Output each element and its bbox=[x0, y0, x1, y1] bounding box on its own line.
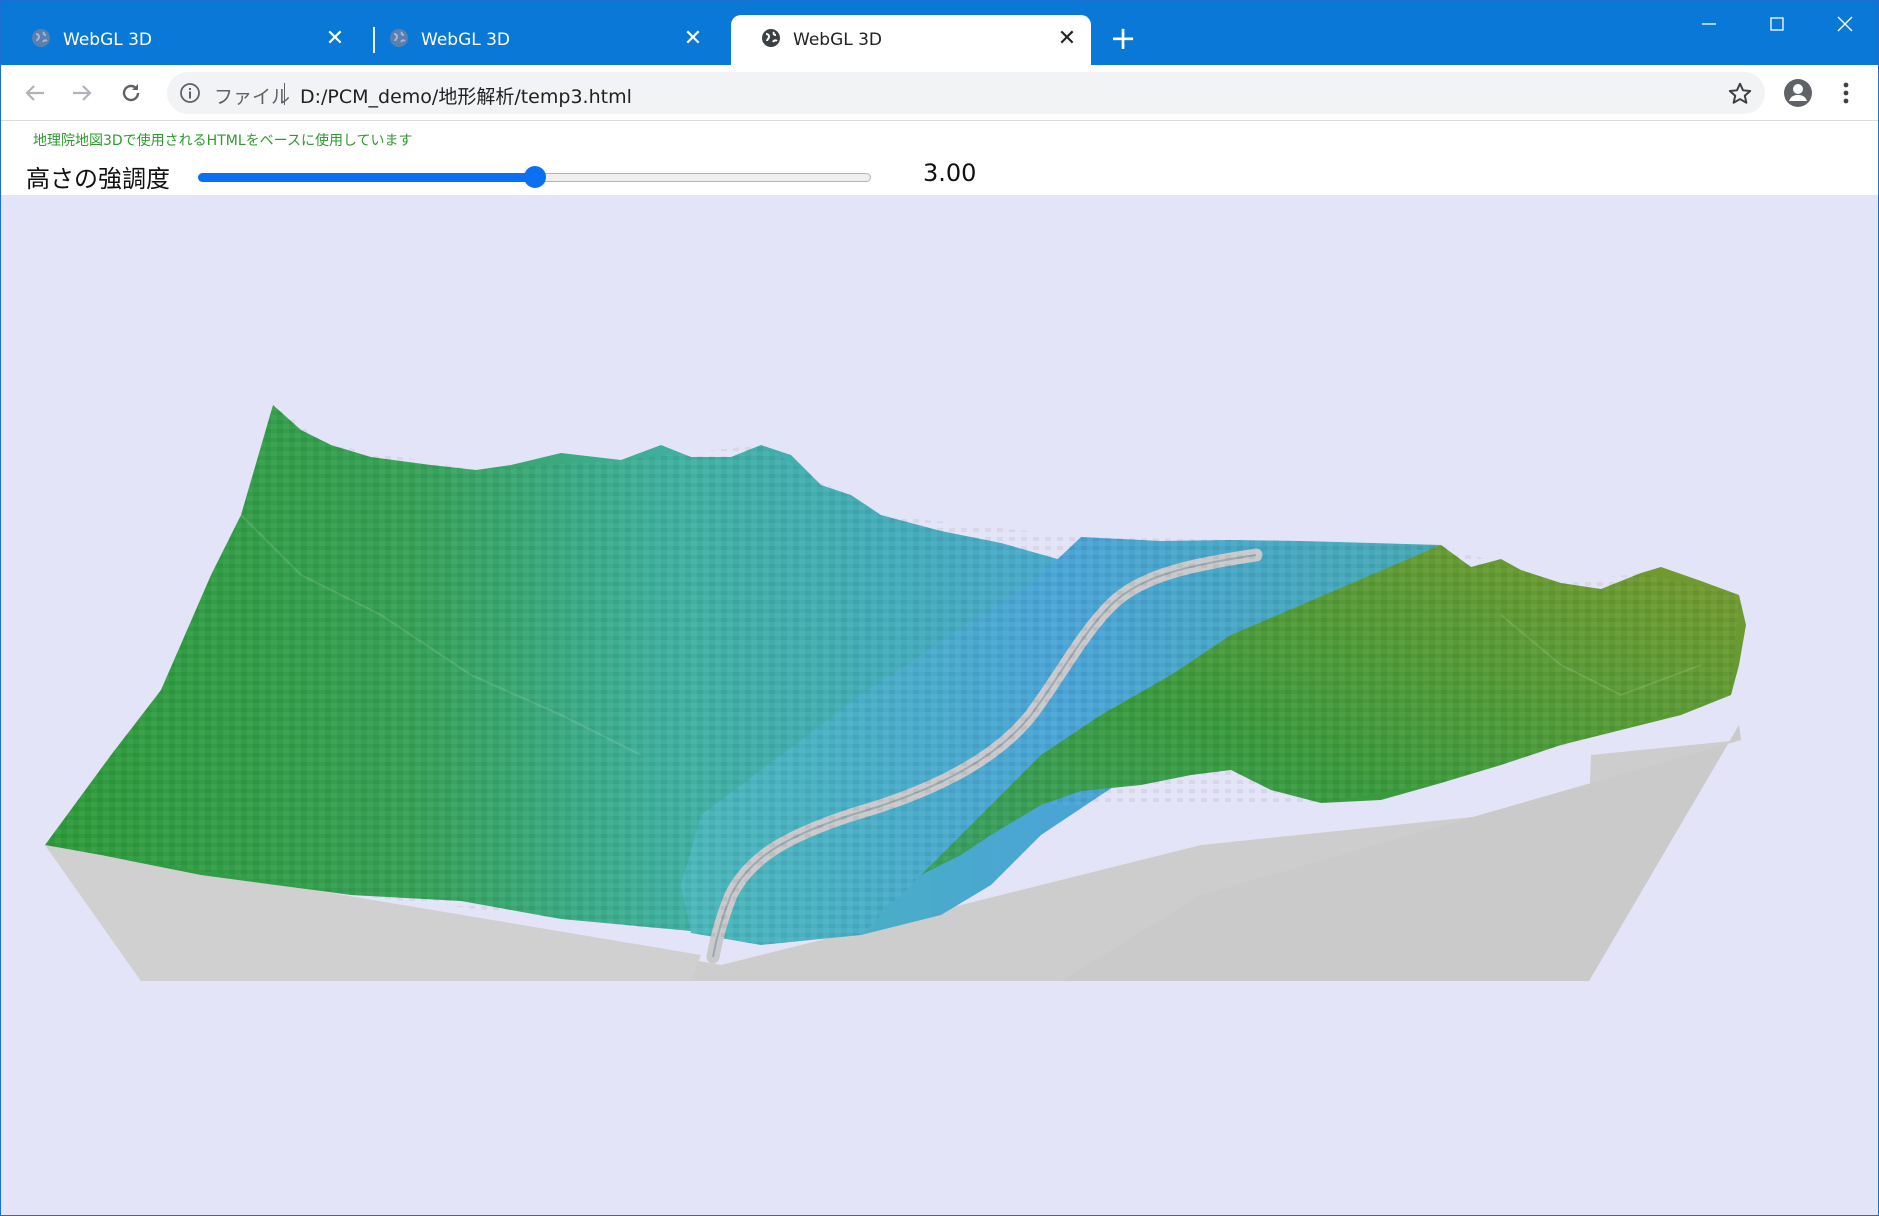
tab-2[interactable]: WebGL 3D ✕ bbox=[359, 15, 717, 65]
reload-button[interactable] bbox=[113, 75, 149, 111]
browser-toolbar: ファイル D:/PCM_demo/地形解析/temp3.html bbox=[1, 65, 1878, 121]
minimize-button[interactable] bbox=[1685, 7, 1733, 41]
minimize-icon bbox=[1702, 23, 1716, 25]
close-window-button[interactable] bbox=[1821, 7, 1869, 41]
credit-text: 地理院地図3Dで使用されるHTMLをベースに使用しています bbox=[33, 133, 413, 149]
page-content: 地理院地図3Dで使用されるHTMLをベースに使用しています 高さの強調度 3.0… bbox=[1, 121, 1879, 1216]
tab-title: WebGL 3D bbox=[63, 30, 153, 50]
maximize-icon bbox=[1770, 17, 1784, 31]
tab-1[interactable]: WebGL 3D ✕ bbox=[1, 15, 359, 65]
star-icon[interactable] bbox=[1727, 81, 1753, 107]
avatar-icon bbox=[1784, 79, 1812, 107]
controls-panel: 地理院地図3Dで使用されるHTMLをベースに使用しています 高さの強調度 3.0… bbox=[1, 121, 1878, 195]
forward-button[interactable] bbox=[64, 75, 100, 111]
globe-icon bbox=[389, 28, 409, 52]
slider-thumb[interactable] bbox=[523, 166, 546, 188]
address-bar[interactable]: ファイル D:/PCM_demo/地形解析/temp3.html bbox=[167, 72, 1765, 114]
back-button[interactable] bbox=[17, 75, 53, 111]
globe-icon bbox=[761, 28, 781, 52]
maximize-button[interactable] bbox=[1753, 7, 1801, 41]
terrain-3d-render[interactable] bbox=[1, 195, 1879, 1216]
tab-strip: WebGL 3D ✕ WebGL 3D ✕ WebGL 3D ✕ + bbox=[1, 1, 1878, 65]
tab-3-active[interactable]: WebGL 3D ✕ bbox=[731, 15, 1091, 65]
close-icon[interactable]: ✕ bbox=[323, 27, 347, 51]
reload-icon bbox=[122, 84, 140, 102]
tab-title: WebGL 3D bbox=[793, 30, 883, 50]
browser-window: WebGL 3D ✕ WebGL 3D ✕ WebGL 3D ✕ + ファイル … bbox=[0, 0, 1879, 1216]
scheme-label: ファイル bbox=[214, 86, 291, 108]
menu-button[interactable] bbox=[1834, 77, 1858, 109]
slider-value: 3.00 bbox=[923, 159, 977, 187]
more-vert-icon bbox=[1843, 82, 1849, 104]
globe-icon bbox=[31, 28, 51, 52]
profile-button[interactable] bbox=[1782, 77, 1814, 109]
webgl-viewport[interactable] bbox=[1, 195, 1879, 1216]
arrow-right-icon bbox=[73, 85, 92, 101]
url-text[interactable]: D:/PCM_demo/地形解析/temp3.html bbox=[300, 82, 632, 109]
arrow-left-icon bbox=[25, 85, 44, 101]
new-tab-button[interactable]: + bbox=[1107, 22, 1139, 55]
slider-fill bbox=[198, 173, 535, 182]
info-icon[interactable] bbox=[179, 82, 201, 104]
tab-title: WebGL 3D bbox=[421, 30, 511, 50]
close-icon[interactable]: ✕ bbox=[1055, 27, 1079, 51]
close-icon[interactable]: ✕ bbox=[681, 27, 705, 51]
divider bbox=[284, 83, 285, 105]
close-icon bbox=[1837, 16, 1853, 32]
height-exaggeration-slider[interactable] bbox=[198, 165, 871, 189]
slider-label: 高さの強調度 bbox=[26, 165, 170, 193]
